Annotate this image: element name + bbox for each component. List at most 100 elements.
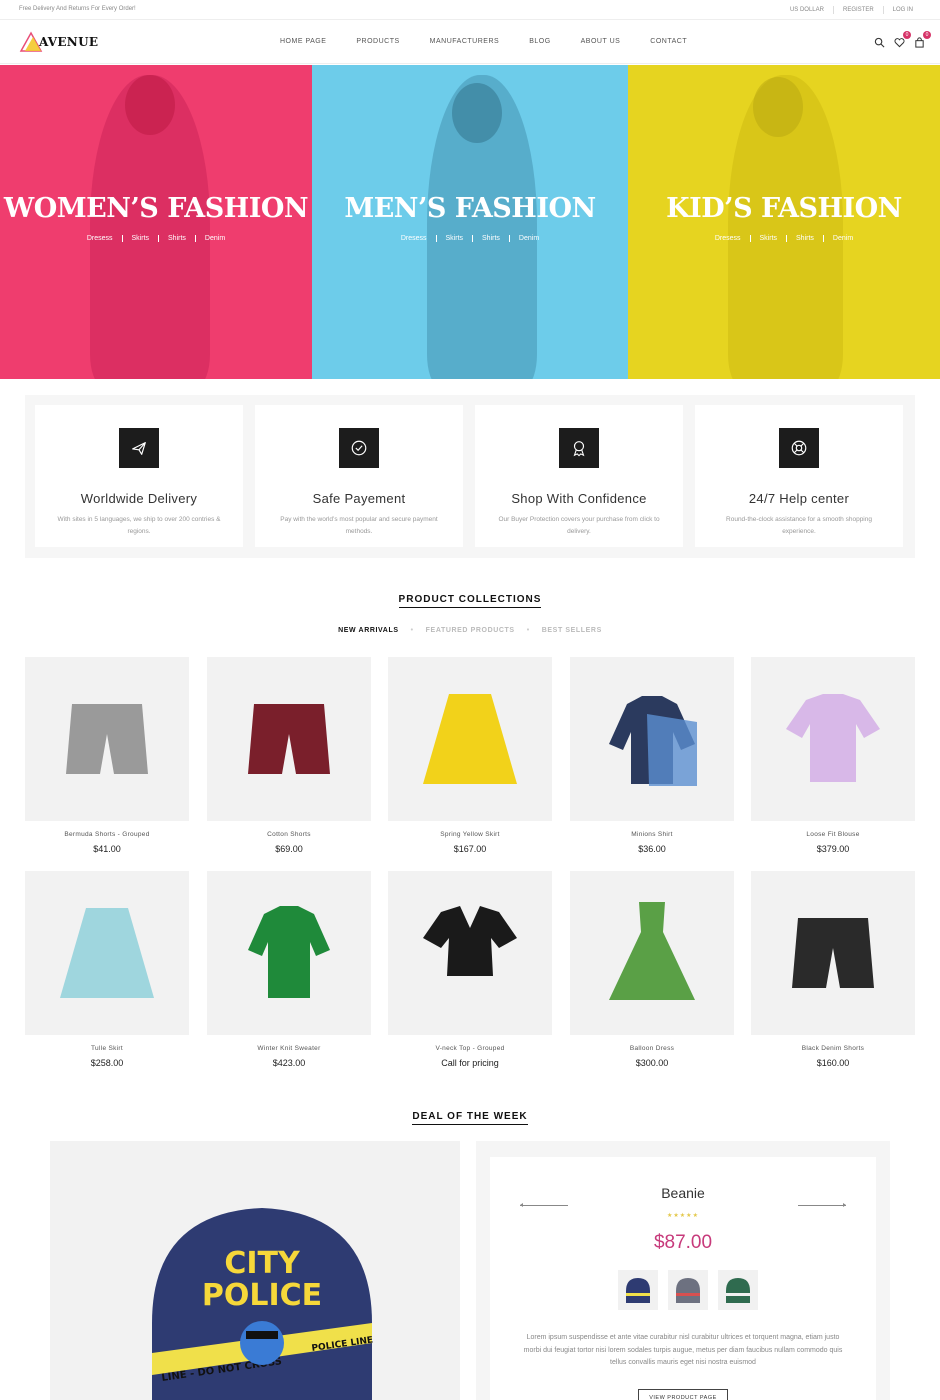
product-card[interactable]: Balloon Dress $300.00 <box>570 871 734 1068</box>
prev-arrow-icon[interactable] <box>520 1203 568 1207</box>
nav-blog[interactable]: BLOG <box>529 38 550 45</box>
hero-link[interactable]: Dresess <box>392 235 436 242</box>
feature-card: Shop With Confidence Our Buyer Protectio… <box>475 405 683 547</box>
deal-product-image[interactable]: CITY POLICE LINE - DO NOT CROSS POLICE L… <box>50 1141 460 1400</box>
hero-link[interactable]: Denim <box>194 235 235 242</box>
section-title-deal: DEAL OF THE WEEK <box>0 1111 940 1125</box>
section-title-text: PRODUCT COLLECTIONS <box>398 594 542 608</box>
hero-link[interactable]: Denim <box>508 235 549 242</box>
feature-title: Safe Payement <box>312 491 406 506</box>
product-image[interactable] <box>388 657 552 821</box>
hero-link[interactable]: Dresess <box>78 235 122 242</box>
hero-women[interactable]: WOMEN’S FASHION Dresess Skirts Shirts Denim <box>0 65 312 379</box>
product-price: $167.00 <box>453 844 487 854</box>
cart-bag-icon[interactable]: 0 <box>914 31 931 48</box>
hero-link[interactable]: Denim <box>822 235 863 242</box>
tab-best-sellers[interactable]: BEST SELLERS <box>542 627 602 634</box>
product-price: $160.00 <box>816 1058 850 1068</box>
skirt-icon <box>423 694 517 784</box>
nav-about[interactable]: ABOUT US <box>581 38 621 45</box>
hero-category-links: Dresess Skirts Shirts Denim <box>0 235 312 242</box>
product-image[interactable] <box>570 657 734 821</box>
skirt-icon <box>60 908 154 998</box>
wishlist-count-badge: 0 <box>903 31 911 39</box>
deal-card: Beanie ★★★★★ $87.00 Lorem ipsum suspendi… <box>490 1157 876 1400</box>
hero-link[interactable]: Shirts <box>472 235 509 242</box>
product-price: $258.00 <box>90 1058 124 1068</box>
next-arrow-icon[interactable] <box>798 1203 846 1207</box>
hero-men[interactable]: MEN’S FASHION Dresess Skirts Shirts Denim <box>312 65 628 379</box>
shorts-icon <box>792 918 874 988</box>
product-name[interactable]: Cotton Shorts <box>207 831 371 838</box>
dress-icon <box>609 902 695 1000</box>
view-product-button[interactable]: VIEW PRODUCT PAGE <box>638 1389 728 1400</box>
feature-desc: Round-the-clock assistance for a smooth … <box>726 516 872 535</box>
hero-link[interactable]: Skirts <box>121 235 159 242</box>
currency-select[interactable]: US DOLLAR <box>781 6 833 14</box>
product-image[interactable] <box>388 871 552 1035</box>
tab-new-arrivals[interactable]: NEW ARRIVALS <box>338 627 398 634</box>
hero-link[interactable]: Skirts <box>749 235 787 242</box>
register-link[interactable]: REGISTER <box>832 6 883 14</box>
model-head <box>125 75 175 135</box>
feature-desc: Pay with the world’s most popular and se… <box>280 516 438 535</box>
product-image[interactable] <box>570 871 734 1035</box>
product-name[interactable]: V-neck Top - Grouped <box>388 1045 552 1052</box>
product-name[interactable]: Minions Shirt <box>570 831 734 838</box>
product-card[interactable]: Bermuda Shorts - Grouped $41.00 <box>25 657 189 854</box>
product-image[interactable] <box>207 657 371 821</box>
product-price: Call for pricing <box>441 1058 499 1068</box>
hero-category-links: Dresess Skirts Shirts Denim <box>312 235 628 242</box>
account-links: US DOLLAR REGISTER LOG IN <box>781 6 922 14</box>
deal-thumbnails <box>618 1270 758 1310</box>
product-image[interactable] <box>25 871 189 1035</box>
product-image[interactable] <box>207 871 371 1035</box>
nav-home[interactable]: HOME PAGE <box>280 38 326 45</box>
cart-count-badge: 0 <box>923 31 931 39</box>
rating-stars: ★★★★★ <box>667 1213 699 1219</box>
product-card[interactable]: Black Denim Shorts $160.00 <box>751 871 915 1068</box>
product-image[interactable] <box>751 657 915 821</box>
logo[interactable]: AVENUE <box>19 31 98 53</box>
product-name[interactable]: Loose Fit Blouse <box>751 831 915 838</box>
beanie-thumb-grey[interactable] <box>668 1270 708 1310</box>
beanie-graphic-text: CITY <box>224 1246 301 1281</box>
shorts-icon <box>66 704 148 774</box>
product-price: $41.00 <box>93 844 121 854</box>
product-name[interactable]: Balloon Dress <box>570 1045 734 1052</box>
hero-link[interactable]: Skirts <box>435 235 473 242</box>
beanie-thumb-navy[interactable] <box>618 1270 658 1310</box>
shorts-icon <box>248 704 330 774</box>
hero-link[interactable]: Dresess <box>706 235 750 242</box>
nav-manufacturers[interactable]: MANUFACTURERS <box>430 38 500 45</box>
hero-link[interactable]: Shirts <box>786 235 823 242</box>
product-name[interactable]: Winter Knit Sweater <box>207 1045 371 1052</box>
section-title-text: DEAL OF THE WEEK <box>412 1111 528 1125</box>
product-card[interactable]: Tulle Skirt $258.00 <box>25 871 189 1068</box>
product-name[interactable]: Bermuda Shorts - Grouped <box>25 831 189 838</box>
product-name[interactable]: Black Denim Shorts <box>751 1045 915 1052</box>
nav-products[interactable]: PRODUCTS <box>356 38 399 45</box>
hero-link[interactable]: Shirts <box>158 235 195 242</box>
search-icon[interactable] <box>874 35 886 48</box>
hero-kids[interactable]: KID’S FASHION Dresess Skirts Shirts Denim <box>628 65 940 379</box>
product-card[interactable]: V-neck Top - Grouped Call for pricing <box>388 871 552 1068</box>
product-card[interactable]: Winter Knit Sweater $423.00 <box>207 871 371 1068</box>
product-card[interactable]: Cotton Shorts $69.00 <box>207 657 371 854</box>
tab-featured-products[interactable]: FEATURED PRODUCTS <box>426 627 515 634</box>
top-bar: Free Delivery And Returns For Every Orde… <box>0 0 940 20</box>
product-image[interactable] <box>751 871 915 1035</box>
beanie-thumb-green[interactable] <box>718 1270 758 1310</box>
deal-product-name[interactable]: Beanie <box>490 1185 876 1201</box>
product-card[interactable]: Spring Yellow Skirt $167.00 <box>388 657 552 854</box>
login-link[interactable]: LOG IN <box>882 6 922 14</box>
product-name[interactable]: Spring Yellow Skirt <box>388 831 552 838</box>
product-image[interactable] <box>25 657 189 821</box>
nav-contact[interactable]: CONTACT <box>650 38 687 45</box>
feature-desc: Our Buyer Protection covers your purchas… <box>498 516 660 535</box>
product-card[interactable]: Minions Shirt $36.00 <box>570 657 734 854</box>
check-circle-icon <box>339 428 379 468</box>
product-name[interactable]: Tulle Skirt <box>25 1045 189 1052</box>
wishlist-heart-icon[interactable]: 0 <box>894 31 911 48</box>
product-card[interactable]: Loose Fit Blouse $379.00 <box>751 657 915 854</box>
